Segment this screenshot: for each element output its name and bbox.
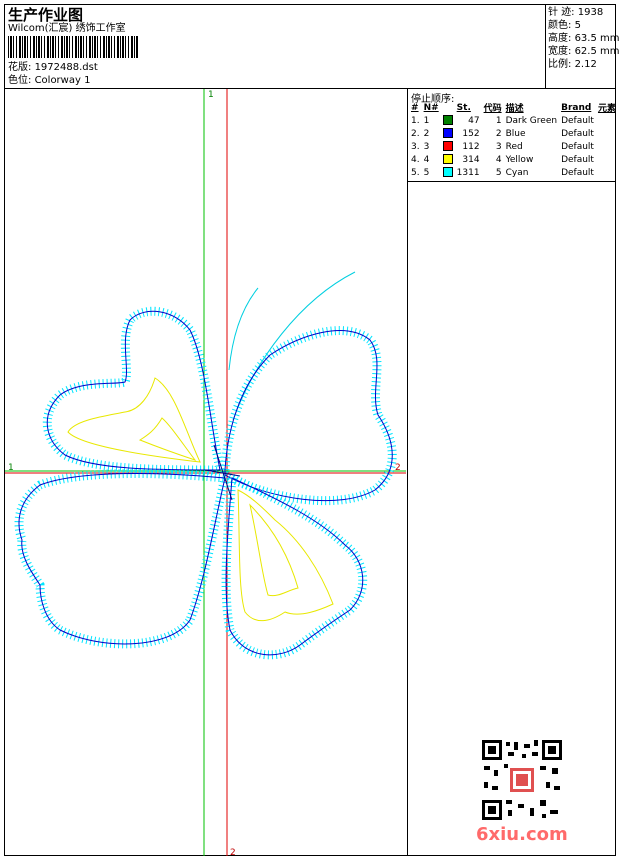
petal-fill-stitches <box>42 306 226 475</box>
petal-outline <box>46 310 221 471</box>
petal-top-left <box>42 306 226 475</box>
petal-yellow-detail <box>67 377 201 463</box>
petal-yellow-inner <box>138 417 197 461</box>
qr-code <box>480 738 564 822</box>
petal-outline <box>224 330 393 502</box>
petal-fill-stitches <box>221 471 368 660</box>
petal-top-right <box>220 326 397 506</box>
watermark-logo: 6xiu.com <box>476 824 568 845</box>
axis-label-right: 2 <box>395 463 401 473</box>
axis-label-left: 1 <box>8 463 14 473</box>
axis-label-top: 1 <box>208 90 214 100</box>
petal-bottom-right <box>221 471 368 660</box>
axis-label-bottom: 2 <box>230 848 236 858</box>
qr-code-image <box>480 738 564 822</box>
stem-stroke-right <box>232 271 356 421</box>
petal-bottom-left <box>14 469 231 649</box>
stem-stroke-left <box>228 287 259 371</box>
petal-fill-stitches <box>220 326 397 506</box>
petal-outline <box>225 477 364 656</box>
petal-fill-stitches <box>14 469 231 649</box>
embroidery-drawing: 1 1 2 2 <box>5 89 406 858</box>
